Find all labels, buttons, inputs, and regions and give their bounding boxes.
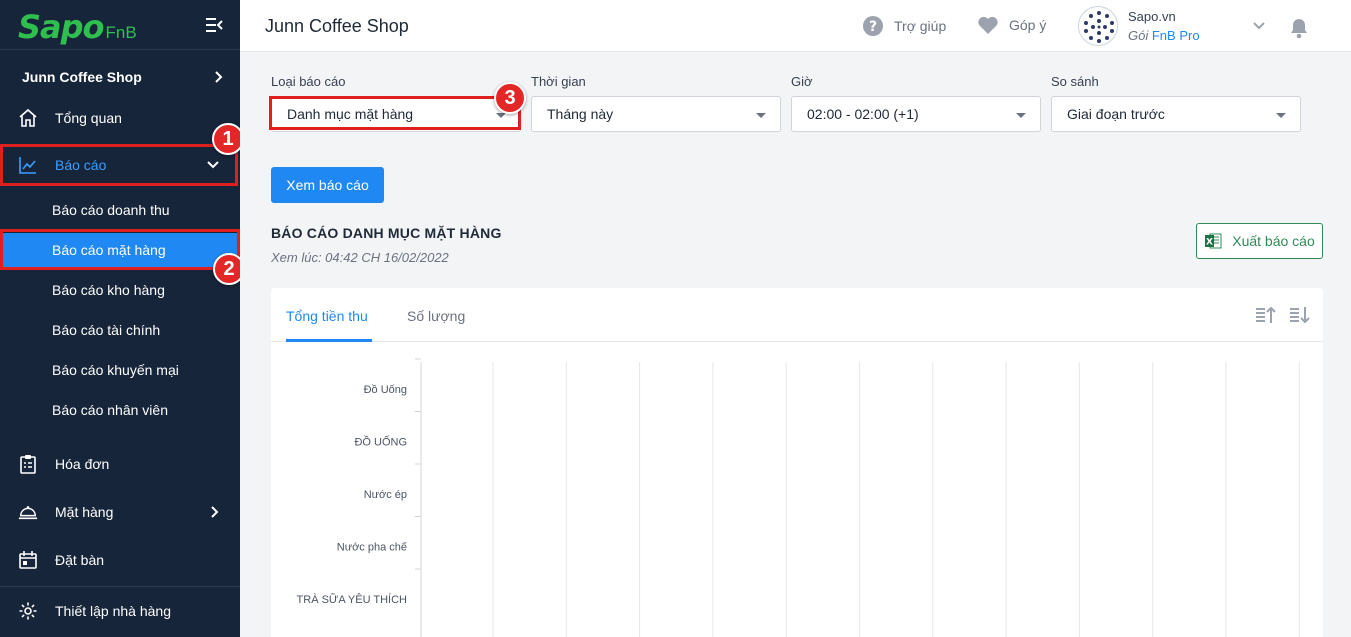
collapse-sidebar-icon[interactable] xyxy=(204,15,224,35)
sidebar-item-label: Tổng quan xyxy=(55,110,122,126)
sidebar-subitem-staff[interactable]: Báo cáo nhân viên xyxy=(0,402,240,418)
annotation-box-3 xyxy=(269,96,521,130)
report-type-label: Loại báo cáo xyxy=(271,74,346,89)
category-label: Nước pha chế xyxy=(337,542,407,554)
sidebar-item-label: Mặt hàng xyxy=(55,504,114,520)
account-name: Sapo.vn xyxy=(1128,9,1176,24)
sort-ascending-icon[interactable] xyxy=(1255,305,1277,325)
account-avatar xyxy=(1078,6,1118,46)
plan-name: FnB Pro xyxy=(1151,28,1200,43)
sidebar-item-label: Đặt bàn xyxy=(55,552,105,568)
chevron-right-icon xyxy=(211,506,219,518)
question-circle-icon: ? xyxy=(863,16,883,36)
logo-text: Sapo xyxy=(18,8,105,46)
sidebar: Sapo FnB Junn Coffee Shop Tổng quan Báo … xyxy=(0,0,245,637)
heart-icon xyxy=(978,16,998,34)
export-report-button[interactable]: X Xuất báo cáo xyxy=(1196,223,1323,259)
sidebar-item-settings[interactable]: Thiết lập nhà hàng xyxy=(0,596,240,626)
compare-label: So sánh xyxy=(1051,74,1099,89)
hour-select[interactable]: 02:00 - 02:00 (+1) xyxy=(791,96,1041,132)
chevron-down-icon xyxy=(1252,22,1265,30)
time-value: Tháng này xyxy=(547,106,614,122)
help-label: Trợ giúp xyxy=(894,18,947,34)
chevron-right-icon xyxy=(215,71,223,83)
clipboard-icon xyxy=(18,454,38,474)
category-label: Nước ép xyxy=(364,489,407,501)
tab-quantity[interactable]: Số lượng xyxy=(407,308,465,324)
caret-down-icon xyxy=(1016,113,1026,118)
cloche-icon xyxy=(18,502,38,522)
report-title: BÁO CÁO DANH MỤC MẶT HÀNG xyxy=(271,225,502,241)
plan-prefix: Gói xyxy=(1128,28,1149,43)
annotation-badge-3: 3 xyxy=(494,82,526,114)
category-label: TRÀ SỮA YÊU THÍCH xyxy=(297,593,408,606)
svg-text:X: X xyxy=(1206,238,1213,248)
top-header: Junn Coffee Shop ? Trợ giúp Góp ý Sapo.v… xyxy=(240,0,1351,52)
category-label: Đồ Uống xyxy=(364,384,407,396)
logo-suffix: FnB xyxy=(105,23,137,42)
category-bar-chart: Đồ Uống ĐỒ UỐNG Nước ép Nước pha chế TRÀ SỮA… xyxy=(297,358,1300,637)
sort-controls xyxy=(1255,305,1311,325)
bell-icon[interactable] xyxy=(1289,17,1309,39)
calendar-icon xyxy=(18,550,38,570)
hour-value: 02:00 - 02:00 (+1) xyxy=(807,106,919,122)
svg-text:?: ? xyxy=(869,19,877,35)
caret-down-icon xyxy=(756,113,766,118)
gear-icon xyxy=(18,601,38,621)
report-viewed-time: Xem lúc: 04:42 CH 16/02/2022 xyxy=(271,250,449,265)
page-title: Junn Coffee Shop xyxy=(265,16,409,36)
hour-label: Giờ xyxy=(791,74,813,89)
sidebar-item-label: Hóa đơn xyxy=(55,456,110,472)
annotation-box-1 xyxy=(0,144,238,186)
feedback-label: Góp ý xyxy=(1009,17,1047,33)
caret-down-icon xyxy=(1276,113,1286,118)
sort-descending-icon[interactable] xyxy=(1289,305,1311,325)
time-label: Thời gian xyxy=(531,74,586,89)
export-label: Xuất báo cáo xyxy=(1232,233,1315,249)
report-tabs: Tổng tiền thu Số lượng xyxy=(271,288,1323,342)
sidebar-item-reservations[interactable]: Đặt bàn xyxy=(0,545,240,575)
help-link[interactable]: ? Trợ giúp xyxy=(862,15,946,37)
sidebar-item-label: Thiết lập nhà hàng xyxy=(55,603,171,619)
view-report-button[interactable]: Xem báo cáo xyxy=(271,167,384,203)
account-plan: Gói FnB Pro xyxy=(1128,26,1200,45)
tab-total-revenue[interactable]: Tổng tiền thu xyxy=(286,308,368,324)
compare-select[interactable]: Giai đoạn trước xyxy=(1051,96,1301,132)
sidebar-subitem-finance[interactable]: Báo cáo tài chính xyxy=(0,322,240,338)
store-name: Junn Coffee Shop xyxy=(22,69,142,85)
sidebar-item-products[interactable]: Mặt hàng xyxy=(0,497,240,527)
sidebar-divider xyxy=(0,586,240,587)
logo-row: Sapo FnB xyxy=(0,0,240,50)
account-menu[interactable]: Sapo.vn Gói FnB Pro xyxy=(1078,6,1266,46)
excel-icon: X xyxy=(1205,233,1222,249)
sidebar-subitem-promotion[interactable]: Báo cáo khuyến mại xyxy=(0,362,240,378)
main-content: Loại báo cáo Danh mục mặt hàng 3 Thời gi… xyxy=(240,52,1351,637)
sidebar-item-invoices[interactable]: Hóa đơn xyxy=(0,449,240,479)
annotation-box-2 xyxy=(0,229,240,270)
store-selector[interactable]: Junn Coffee Shop xyxy=(22,62,224,92)
time-select[interactable]: Tháng này xyxy=(531,96,781,132)
compare-value: Giai đoạn trước xyxy=(1067,106,1165,122)
account-info: Sapo.vn Gói FnB Pro xyxy=(1128,7,1200,45)
sidebar-item-overview[interactable]: Tổng quan xyxy=(0,103,240,133)
sapo-fnb-logo[interactable]: Sapo FnB xyxy=(18,8,137,46)
sapo-dots-logo-icon xyxy=(1084,11,1114,43)
feedback-link[interactable]: Góp ý xyxy=(977,15,1046,35)
report-card: Tổng tiền thu Số lượng Đồ Uống ĐỒ UỐNG Nướ… xyxy=(271,288,1323,637)
category-label: ĐỒ UỐNG xyxy=(354,435,407,449)
sidebar-subitem-revenue[interactable]: Báo cáo doanh thu xyxy=(0,202,240,218)
sidebar-subitem-inventory[interactable]: Báo cáo kho hàng xyxy=(0,282,240,298)
home-icon xyxy=(18,108,38,128)
